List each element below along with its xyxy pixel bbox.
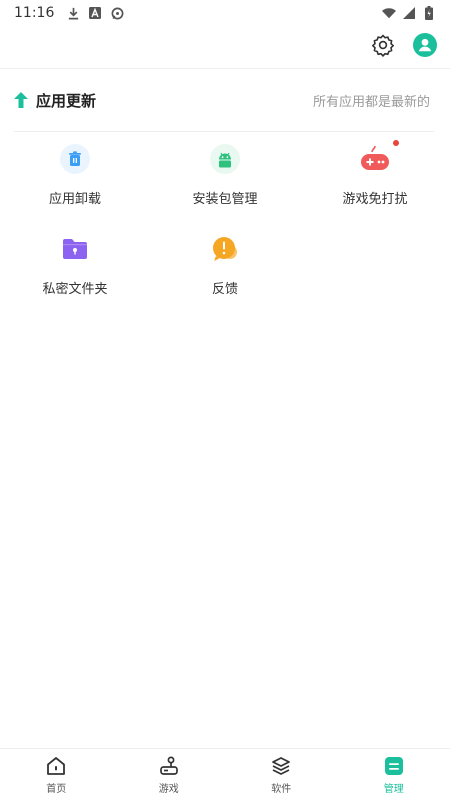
feedback-bubble-icon bbox=[208, 232, 242, 266]
battery-charging-icon bbox=[422, 6, 436, 20]
manage-box-icon bbox=[382, 754, 406, 778]
tool-label: 应用卸载 bbox=[48, 192, 101, 207]
status-icons-right bbox=[382, 6, 436, 20]
tool-package-manager[interactable]: 安装包管理 bbox=[150, 142, 300, 222]
user-avatar-icon[interactable] bbox=[412, 32, 438, 58]
bottom-nav: 首页 游戏 软件 管理 bbox=[0, 748, 450, 800]
nav-software[interactable]: 软件 bbox=[225, 749, 338, 800]
tool-label: 安装包管理 bbox=[192, 192, 258, 207]
folder-lock-icon bbox=[58, 232, 92, 266]
trash-icon bbox=[58, 142, 92, 176]
nav-label: 首页 bbox=[46, 784, 67, 795]
status-icons-left bbox=[66, 6, 124, 20]
gear-icon[interactable] bbox=[370, 32, 396, 58]
app-update-status: 所有应用都是最新的 bbox=[312, 94, 430, 110]
status-bar: 11:16 bbox=[0, 0, 450, 26]
tool-uninstall[interactable]: 应用卸载 bbox=[0, 142, 150, 222]
gamepad-icon bbox=[358, 140, 399, 176]
notification-dot bbox=[393, 140, 399, 146]
nav-games[interactable]: 游戏 bbox=[113, 749, 226, 800]
signal-icon bbox=[402, 6, 416, 20]
tool-label: 游戏免打扰 bbox=[342, 192, 408, 207]
download-icon bbox=[66, 6, 80, 20]
wifi-icon bbox=[382, 6, 396, 20]
header-actions bbox=[370, 32, 438, 58]
section-divider bbox=[14, 131, 434, 132]
layers-icon bbox=[269, 754, 293, 778]
home-icon bbox=[44, 754, 68, 778]
nav-manage[interactable]: 管理 bbox=[338, 749, 450, 800]
app-update-title: 应用更新 bbox=[36, 91, 97, 110]
tool-label: 反馈 bbox=[211, 282, 238, 297]
tool-feedback[interactable]: 反馈 bbox=[150, 232, 300, 312]
nav-home[interactable]: 首页 bbox=[0, 749, 113, 800]
header-divider bbox=[0, 68, 450, 69]
font-a-icon bbox=[88, 6, 102, 20]
tool-game-mode[interactable]: 游戏免打扰 bbox=[300, 140, 450, 222]
app-update-row[interactable]: 应用更新 所有应用都是最新的 bbox=[14, 86, 430, 114]
chat-icon bbox=[110, 6, 124, 20]
joystick-icon bbox=[157, 754, 181, 778]
nav-label: 游戏 bbox=[158, 784, 179, 795]
android-icon bbox=[208, 142, 242, 176]
arrow-up-icon bbox=[14, 92, 28, 108]
status-time: 11:16 bbox=[14, 5, 55, 21]
tool-private-folder[interactable]: 私密文件夹 bbox=[0, 232, 150, 312]
nav-label: 管理 bbox=[383, 784, 404, 795]
tool-label: 私密文件夹 bbox=[42, 282, 108, 297]
nav-label: 软件 bbox=[271, 784, 292, 795]
